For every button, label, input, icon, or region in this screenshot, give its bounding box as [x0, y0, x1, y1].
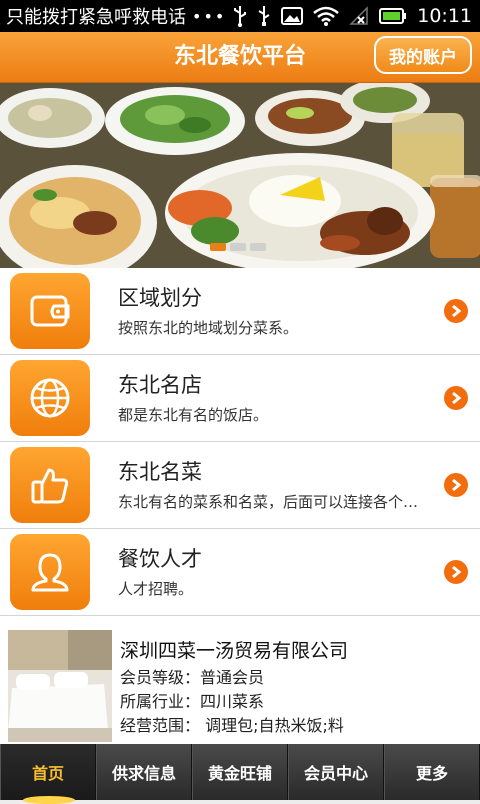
list-item-region[interactable]: 区域划分 按照东北的地域划分菜系。: [0, 268, 480, 355]
item-description: 东北有名的菜系和名菜，后面可以连接各个菜系: [118, 493, 423, 511]
company-level: 会员等级：普通会员: [120, 668, 265, 687]
app-header: 东北餐饮平台 我的账户: [0, 32, 480, 83]
tab-member-center[interactable]: 会员中心: [288, 744, 384, 800]
active-tab-indicator: [23, 796, 75, 804]
item-title: 东北名店: [118, 373, 202, 397]
usb-debug-icon: [258, 6, 270, 26]
item-thumbnail: [10, 273, 90, 349]
item-thumbnail: [10, 534, 90, 610]
thumbs-up-icon: [31, 468, 69, 504]
status-icons: 10:11: [233, 0, 472, 32]
list-item-talent[interactable]: 餐饮人才 人才招聘。: [0, 529, 480, 616]
tab-label: 首页: [31, 764, 64, 783]
bottom-tab-bar: 首页 供求信息 黄金旺铺 会员中心 更多: [0, 744, 480, 804]
item-thumbnail: [10, 447, 90, 523]
status-dots: •••: [192, 6, 227, 26]
chevron-right-icon[interactable]: [444, 386, 468, 410]
clock: 10:11: [417, 5, 472, 27]
tab-label: 黄金旺铺: [207, 764, 272, 783]
chevron-right-icon[interactable]: [444, 473, 468, 497]
banner-carousel[interactable]: [0, 83, 480, 268]
image-icon: [281, 7, 304, 25]
company-card[interactable]: 深圳四菜一汤贸易有限公司 会员等级：普通会员 所属行业：四川菜系 经营范围： 调…: [0, 616, 480, 744]
item-description: 人才招聘。: [118, 580, 194, 598]
wifi-icon: [313, 6, 340, 26]
chevron-right-icon[interactable]: [444, 560, 468, 584]
company-photo: [8, 630, 112, 742]
item-title: 区域划分: [118, 286, 202, 310]
company-industry: 所属行业：四川菜系: [120, 692, 265, 711]
status-bar: 只能拨打紧急呼救电话 ••• 10:11: [0, 0, 480, 32]
globe-icon: [30, 378, 70, 418]
no-signal-icon: [349, 6, 368, 25]
battery-icon: [379, 8, 407, 24]
my-account-button[interactable]: 我的账户: [374, 36, 472, 74]
user-icon: [31, 553, 69, 592]
carousel-indicator: [210, 243, 266, 251]
usb-icon: [234, 6, 247, 27]
tab-more[interactable]: 更多: [384, 744, 480, 800]
tab-label: 会员中心: [303, 764, 368, 783]
wallet-icon: [30, 295, 70, 327]
list-item-famous-restaurants[interactable]: 东北名店 都是东北有名的饭店。: [0, 355, 480, 442]
menu-list: 区域划分 按照东北的地域划分菜系。 东北名店 都是东北有名的饭店。 东北名菜 东…: [0, 268, 480, 616]
tab-supply-demand[interactable]: 供求信息: [96, 744, 192, 800]
tab-golden-shops[interactable]: 黄金旺铺: [192, 744, 288, 800]
chevron-right-icon[interactable]: [444, 299, 468, 323]
tab-label: 更多: [415, 764, 448, 783]
list-item-famous-dishes[interactable]: 东北名菜 东北有名的菜系和名菜，后面可以连接各个菜系: [0, 442, 480, 529]
company-name: 深圳四菜一汤贸易有限公司: [120, 640, 349, 662]
company-scope: 经营范围： 调理包;自热米饭;料: [120, 716, 344, 735]
item-title: 餐饮人才: [118, 547, 202, 571]
item-description: 都是东北有名的饭店。: [118, 406, 269, 424]
status-notice: 只能拨打紧急呼救电话: [6, 7, 186, 28]
tab-home[interactable]: 首页: [0, 744, 96, 804]
item-description: 按照东北的地域划分菜系。: [118, 319, 299, 337]
tab-label: 供求信息: [111, 764, 176, 783]
hotel-room-image: [8, 630, 112, 742]
item-thumbnail: [10, 360, 90, 436]
item-title: 东北名菜: [118, 460, 202, 484]
